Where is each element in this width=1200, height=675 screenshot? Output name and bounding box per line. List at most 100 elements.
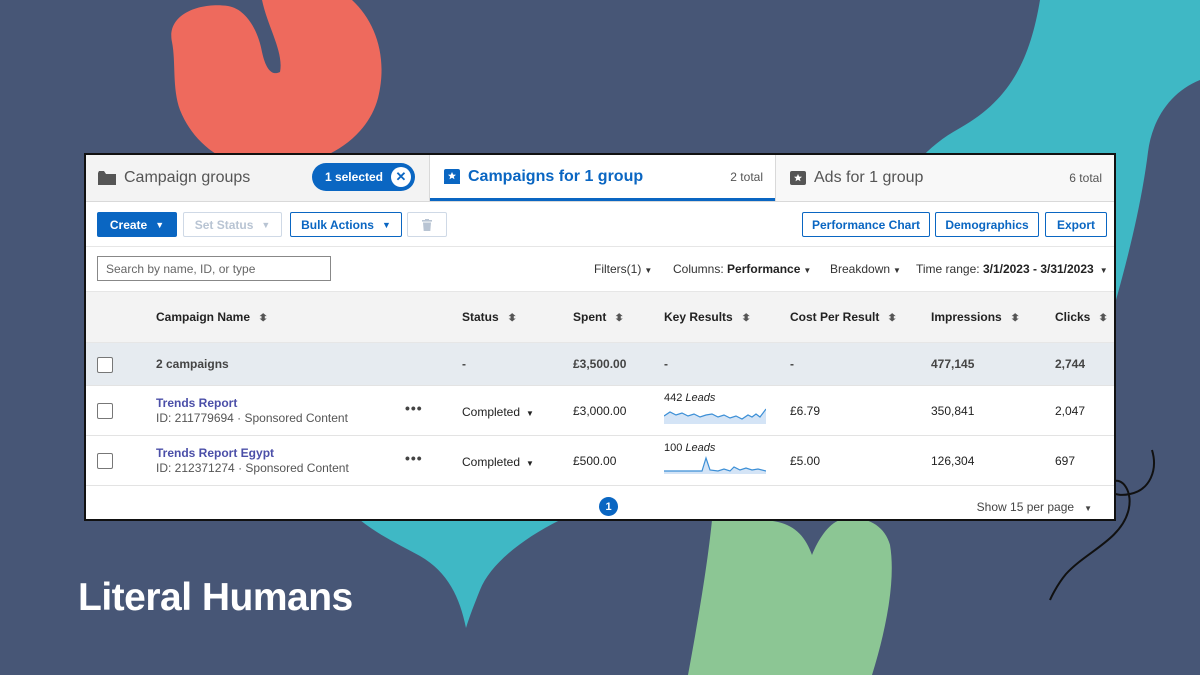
campaigns-count: 2 total [730, 169, 763, 184]
status-dropdown[interactable]: Completed ▼ [462, 455, 534, 469]
column-header-campaign-name[interactable]: Campaign Name ⬍ [156, 310, 269, 324]
chevron-down-icon: ▼ [526, 459, 534, 468]
chevron-down-icon: ▼ [893, 266, 901, 275]
status-dropdown[interactable]: Completed ▼ [462, 405, 534, 419]
create-button[interactable]: Create ▼ [97, 212, 177, 237]
column-header-clicks[interactable]: Clicks ⬍ [1055, 310, 1109, 324]
more-dots-icon[interactable]: ••• [405, 400, 423, 416]
set-status-label: Set Status [194, 217, 254, 232]
table-header: Campaign Name ⬍ Status ⬍ Spent ⬍ Key Result… [86, 292, 1114, 343]
leads-sparkline [664, 408, 766, 424]
cpr-value: £6.79 [790, 404, 821, 418]
table-row-total: 2 campaigns - £3,500.00 - - 477,145 2,74… [86, 343, 1114, 386]
status-label: Completed [462, 405, 521, 419]
leads-sparkline [664, 456, 766, 474]
columns-value: Performance [727, 262, 801, 276]
create-label: Create [109, 217, 148, 232]
column-header-cost-per-result[interactable]: Cost Per Result ⬍ [790, 310, 898, 324]
header-label: Status [462, 310, 499, 324]
table-row: Trends Report ID: 211779694 · Sponsored … [86, 386, 1114, 436]
search-input[interactable] [97, 256, 331, 281]
columns-label: Columns: [673, 262, 724, 276]
time-range-label: Time range: [916, 262, 980, 276]
selected-label: 1 selected [324, 170, 383, 184]
tab-bar: Campaign groups 1 selected ✕ Campaigns f… [86, 155, 1114, 202]
bulk-actions-button[interactable]: Bulk Actions ▼ [290, 212, 402, 237]
campaign-name-link[interactable]: Trends Report Egypt [156, 446, 274, 460]
green-blob-shape [688, 518, 892, 675]
chevron-down-icon: ▼ [644, 266, 653, 275]
clear-selection-icon[interactable]: ✕ [391, 167, 411, 187]
bulk-actions-label: Bulk Actions [301, 217, 374, 232]
sort-icon: ⬍ [1009, 313, 1020, 324]
leads-word: Leads [685, 392, 716, 404]
chevron-down-icon: ▼ [1084, 504, 1092, 513]
campaign-manager-panel: Campaign groups 1 selected ✕ Campaigns f… [84, 153, 1116, 521]
folder-icon [98, 171, 116, 185]
leads-count: 100 [664, 442, 683, 454]
tab-label: Campaign groups [124, 169, 251, 186]
tab-campaign-groups[interactable]: Campaign groups 1 selected ✕ [86, 155, 430, 201]
select-all-checkbox[interactable] [97, 357, 113, 373]
filters-label: Filters(1) [594, 262, 642, 276]
table-row: Trends Report Egypt ID: 212371274 · Spon… [86, 436, 1114, 486]
leads-word: Leads [685, 442, 716, 454]
column-header-impressions[interactable]: Impressions ⬍ [931, 310, 1020, 324]
campaign-name-link[interactable]: Trends Report [156, 396, 237, 410]
sort-icon: ⬍ [258, 313, 269, 324]
chevron-down-icon: ▼ [381, 219, 391, 230]
time-range-value: 3/1/2023 - 3/31/2023 [982, 262, 1094, 276]
column-header-key-results[interactable]: Key Results ⬍ [664, 310, 751, 324]
header-label: Spent [573, 310, 607, 324]
total-cpr: - [790, 357, 794, 371]
red-blob-shape [171, 0, 382, 169]
total-impressions: 477,145 [931, 357, 975, 371]
leads-count: 442 [664, 392, 683, 404]
sort-icon: ⬍ [740, 313, 751, 324]
selected-pill[interactable]: 1 selected ✕ [311, 163, 415, 191]
per-page-dropdown[interactable]: Show 15 per page ▼ [977, 500, 1092, 514]
campaign-meta: ID: 212371274 · Sponsored Content [156, 461, 349, 475]
row-checkbox[interactable] [97, 403, 113, 419]
filters-dropdown[interactable]: Filters(1) ▼ [594, 262, 652, 276]
delete-button[interactable] [407, 212, 447, 237]
sort-icon: ⬍ [506, 313, 517, 324]
header-label: Campaign Name [156, 310, 251, 324]
export-button[interactable]: Export [1045, 212, 1107, 237]
chevron-down-icon: ▼ [261, 219, 271, 230]
column-header-status[interactable]: Status ⬍ [462, 310, 517, 324]
performance-chart-label: Performance Chart [811, 217, 921, 232]
breakdown-dropdown[interactable]: Breakdown ▼ [830, 262, 901, 276]
chevron-down-icon: ▼ [526, 409, 534, 418]
teal-bottom-shape [360, 520, 560, 628]
total-spent: £3,500.00 [573, 357, 627, 371]
per-page-label: Show 15 per page [976, 500, 1075, 514]
impressions-value: 350,841 [931, 404, 975, 418]
brand-logo-text: Literal Humans [78, 576, 353, 619]
chevron-down-icon: ▼ [1099, 266, 1108, 275]
tab-campaigns[interactable]: Campaigns for 1 group 2 total [430, 155, 775, 201]
sort-icon: ⬍ [887, 313, 898, 324]
page-1-button[interactable]: 1 [599, 497, 618, 516]
ad-star-icon [790, 171, 806, 185]
tab-label: Campaigns for 1 group [468, 167, 644, 185]
more-dots-icon[interactable]: ••• [405, 450, 423, 466]
performance-chart-button[interactable]: Performance Chart [802, 212, 930, 237]
row-checkbox[interactable] [97, 453, 113, 469]
column-header-spent[interactable]: Spent ⬍ [573, 310, 625, 324]
action-toolbar: Create ▼ Set Status ▼ Bulk Actions ▼ Perfor… [86, 202, 1114, 247]
demographics-button[interactable]: Demographics [935, 212, 1039, 237]
ads-count: 6 total [1069, 171, 1102, 185]
tab-ads[interactable]: Ads for 1 group 6 total [775, 155, 1114, 201]
header-label: Clicks [1055, 310, 1091, 324]
clicks-value: 2,047 [1055, 404, 1086, 418]
key-results-label: 442 Leads [664, 392, 715, 404]
key-results-label: 100 Leads [664, 442, 715, 454]
filter-bar: Filters(1)▼ Columns: Performance▼ Breakd… [86, 247, 1114, 292]
export-label: Export [1056, 217, 1095, 232]
columns-dropdown[interactable]: Columns: Performance ▼ [673, 262, 811, 276]
time-range-dropdown[interactable]: Time range: 3/1/2023 - 3/31/2023 ▼ [916, 262, 1108, 276]
sort-icon: ⬍ [614, 313, 625, 324]
set-status-button[interactable]: Set Status ▼ [183, 212, 282, 237]
header-label: Impressions [931, 310, 1002, 324]
